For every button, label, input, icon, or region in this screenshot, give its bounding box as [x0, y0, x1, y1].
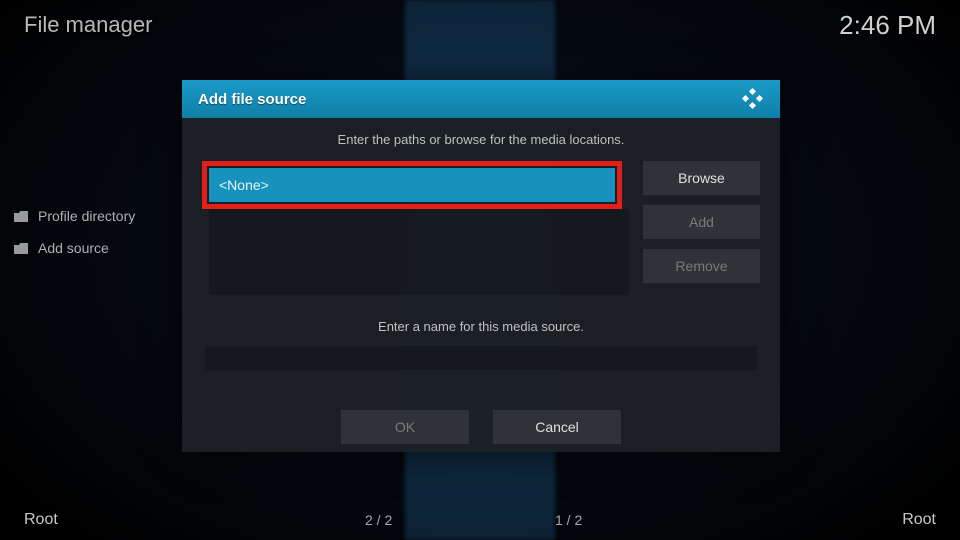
sidebar-item-profile-directory[interactable]: Profile directory	[0, 200, 180, 232]
source-name-input[interactable]	[205, 346, 757, 370]
footer-left-pager: 2 / 2	[365, 512, 392, 528]
sidebar-item-label: Profile directory	[38, 208, 135, 224]
path-input-highlight: <None>	[202, 161, 622, 209]
footer-right-root: Root	[902, 511, 936, 529]
add-button[interactable]: Add	[643, 205, 760, 239]
footer-left-root: Root	[24, 511, 58, 529]
footer-bar: Root 2 / 2 1 / 2 Root	[0, 500, 960, 540]
kodi-logo-icon	[740, 87, 764, 111]
left-sidebar: Profile directory Add source	[0, 200, 180, 264]
name-instruction-text: Enter a name for this media source.	[202, 319, 760, 334]
header-bar: File manager 2:46 PM	[0, 0, 960, 50]
path-input[interactable]: <None>	[209, 168, 615, 202]
browse-button[interactable]: Browse	[643, 161, 760, 195]
footer-right-pager: 1 / 2	[555, 512, 582, 528]
folder-icon	[14, 243, 28, 254]
sidebar-item-label: Add source	[38, 240, 109, 256]
path-side-buttons: Browse Add Remove	[643, 161, 760, 283]
sidebar-item-add-source[interactable]: Add source	[0, 232, 180, 264]
dialog-title: Add file source	[198, 91, 306, 108]
add-file-source-dialog: Add file source Enter the paths or brows…	[182, 80, 780, 452]
remove-button[interactable]: Remove	[643, 249, 760, 283]
dialog-action-buttons: OK Cancel	[202, 410, 760, 444]
paths-instruction-text: Enter the paths or browse for the media …	[202, 132, 760, 147]
dialog-body: Enter the paths or browse for the media …	[182, 118, 780, 452]
cancel-button[interactable]: Cancel	[493, 410, 621, 444]
clock: 2:46 PM	[839, 10, 936, 41]
ok-button[interactable]: OK	[341, 410, 469, 444]
path-row: <None> Browse Add Remove	[202, 161, 760, 295]
path-list-area[interactable]	[209, 209, 629, 295]
folder-icon	[14, 211, 28, 222]
page-title: File manager	[24, 12, 152, 38]
dialog-header: Add file source	[182, 80, 780, 118]
